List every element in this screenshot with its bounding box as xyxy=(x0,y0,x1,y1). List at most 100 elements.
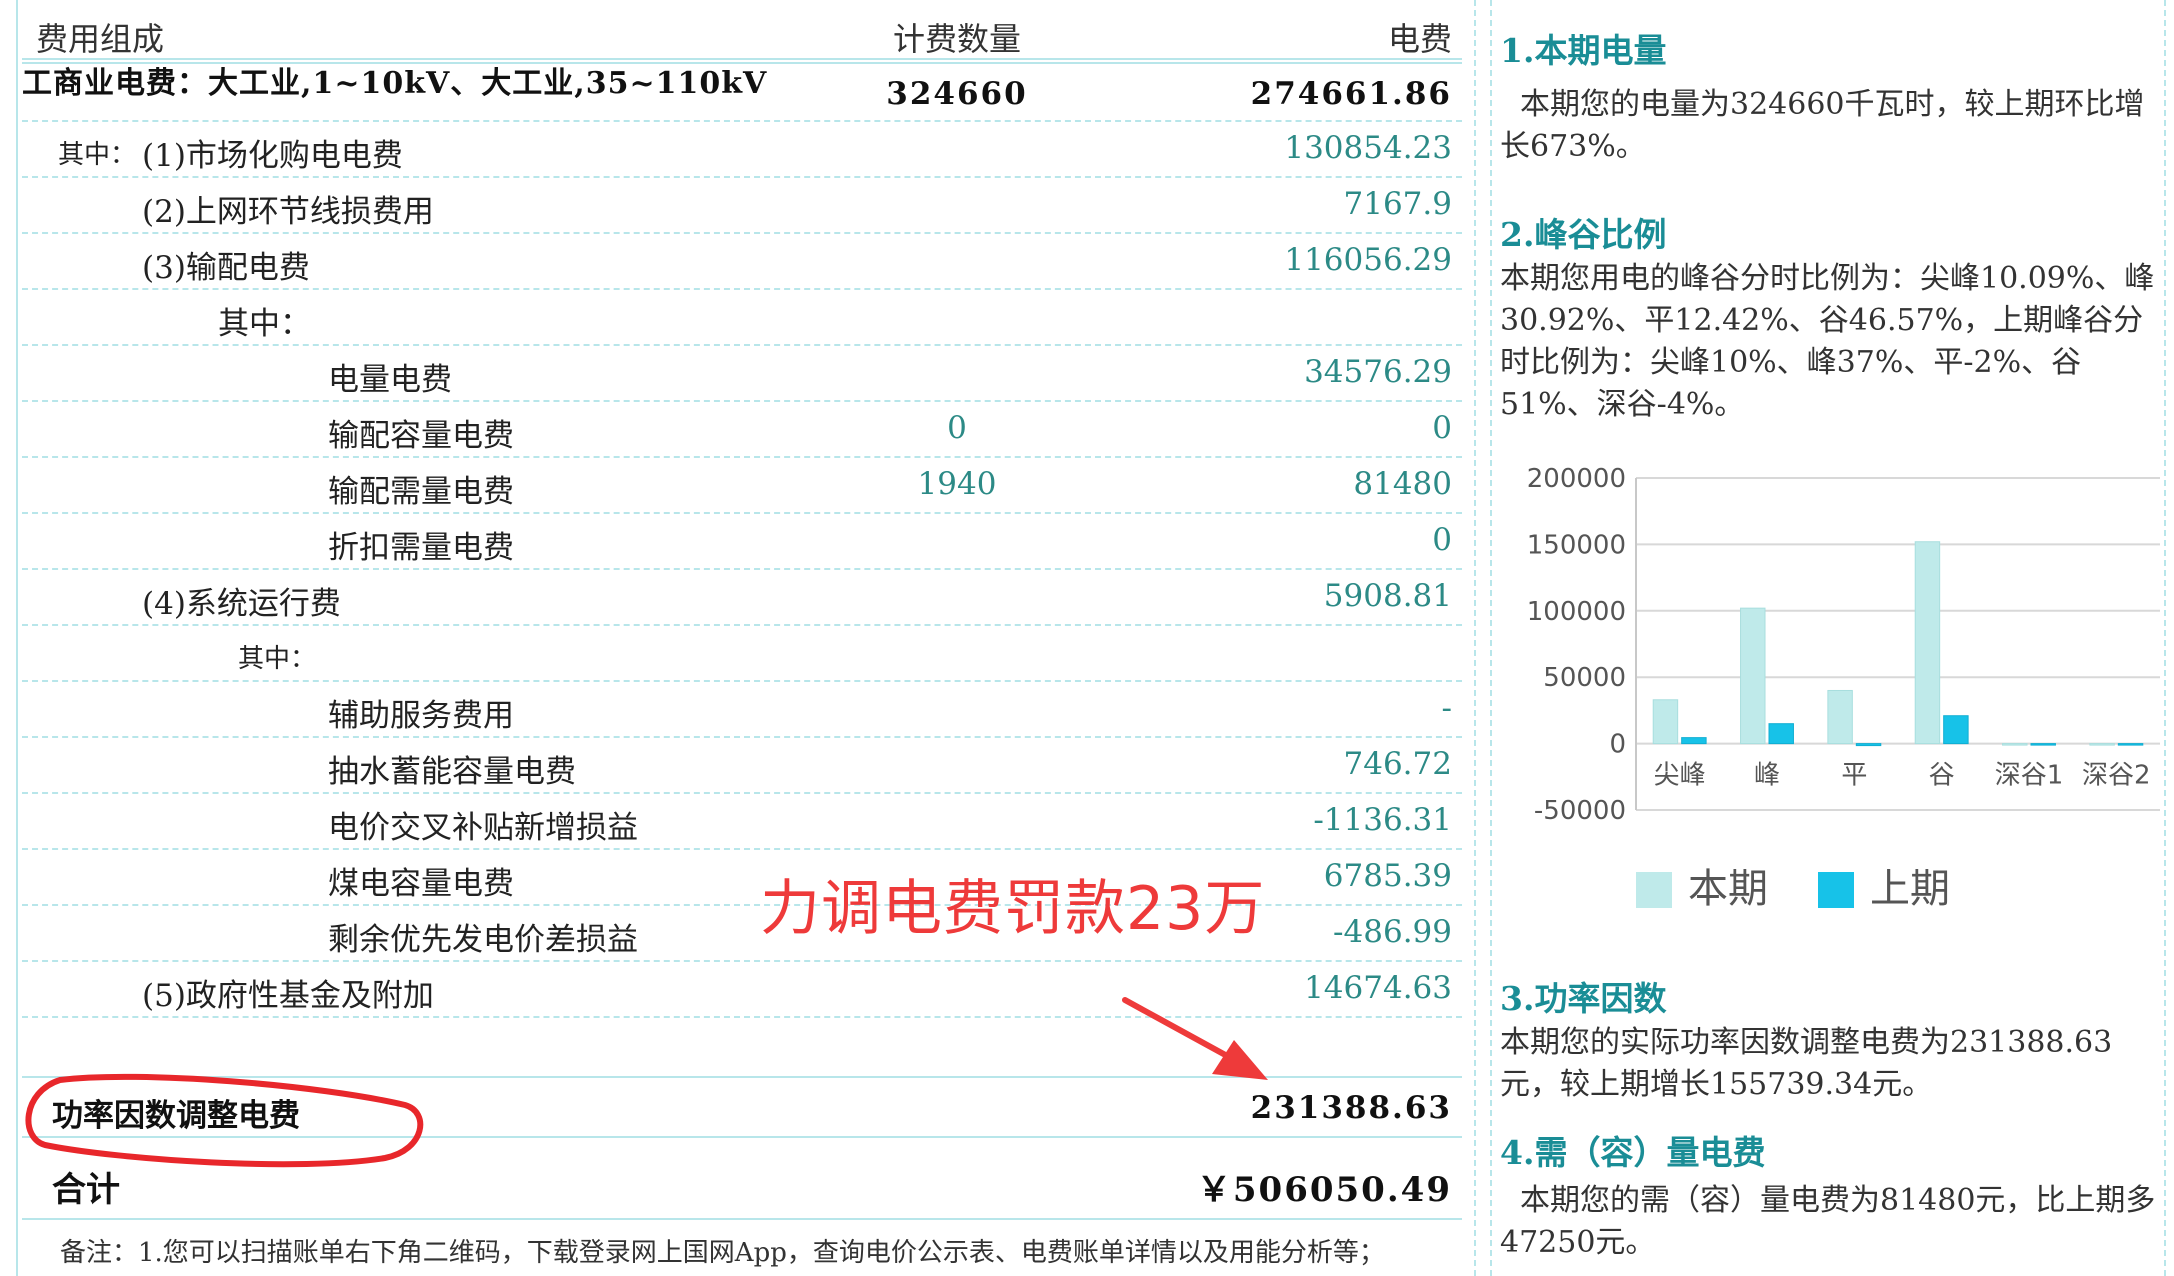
bar-previous xyxy=(2030,743,2056,746)
section-title-power-factor: 3.功率因数 xyxy=(1500,979,1667,1018)
section-title-peak-valley: 2.峰谷比例 xyxy=(1500,215,1667,254)
table-row: (5)政府性基金及附加 14674.63 xyxy=(22,962,1462,1018)
y-tick-label: 100000 xyxy=(1527,597,1626,627)
table-row: 辅助服务费用 - xyxy=(22,682,1462,738)
row-amount: -1136.31 xyxy=(1313,802,1452,838)
header-qty: 计费数量 xyxy=(892,20,1021,58)
section-title-energy: 1.本期电量 xyxy=(1500,31,1667,70)
row-label: (5)政府性基金及附加 xyxy=(142,978,434,1014)
row-amount: 746.72 xyxy=(1343,746,1452,782)
table-row: 电量电费 34576.29 xyxy=(22,346,1462,402)
row-amount: 130854.23 xyxy=(1284,130,1452,166)
table-row-main: 工商业电费：大工业,1~10kV、大工业,35~110kV 324660 274… xyxy=(22,62,1462,122)
x-tick-label: 谷 xyxy=(1929,761,1955,791)
table-left-border xyxy=(16,0,18,1276)
bill-table: 费用组成 计费数量 电费 工商业电费：大工业,1~10kV、大工业,35~110… xyxy=(0,0,1474,1276)
row-label: (2)上网环节线损费用 xyxy=(142,194,434,230)
legend-label: 上期 xyxy=(1870,866,1950,912)
power-factor-label: 功率因数调整电费 xyxy=(52,1098,300,1134)
header-item: 费用组成 xyxy=(36,20,165,58)
row-amount: 7167.9 xyxy=(1343,186,1452,222)
row-label: 工商业电费：大工业,1~10kV、大工业,35~110kV xyxy=(22,66,768,101)
row-amount: 81480 xyxy=(1353,466,1452,502)
x-tick-label: 平 xyxy=(1841,761,1867,791)
row-label: 煤电容量电费 xyxy=(328,866,514,902)
row-label: 抽水蓄能容量电费 xyxy=(328,754,576,790)
summary-panel: 1.本期电量 本期您的电量为324660千瓦时，较上期环比增长673%。 2.峰… xyxy=(1488,0,2174,1276)
row-label: (3)输配电费 xyxy=(142,250,310,286)
y-tick-label: 150000 xyxy=(1527,530,1626,560)
legend-swatch xyxy=(1818,872,1854,908)
row-amount: 14674.63 xyxy=(1304,970,1452,1006)
row-amount: 34576.29 xyxy=(1304,354,1452,390)
bar-previous xyxy=(2117,743,2144,746)
peak-valley-chart: 200000 150000 100000 50000 0 -50000 尖峰 峰 平 谷 深谷1 深谷… xyxy=(1527,464,2160,912)
row-prefix: 其中： xyxy=(58,140,137,170)
power-factor-amount: 231388.63 xyxy=(1250,1090,1452,1126)
section-body-power-factor: 本期您的实际功率因数调整电费为231388.63元，较上期增长155739.34… xyxy=(1500,1025,2113,1102)
row-label: 其中： xyxy=(238,644,317,674)
row-amount: 6785.39 xyxy=(1323,858,1452,894)
table-row: (3)输配电费 116056.29 xyxy=(22,234,1462,290)
table-row: 其中： xyxy=(22,290,1462,346)
y-tick-label: 0 xyxy=(1609,730,1626,760)
table-row: 电价交叉补贴新增损益 -1136.31 xyxy=(22,794,1462,850)
y-tick-label: -50000 xyxy=(1534,796,1626,826)
section-body-energy: 本期您的电量为324660千瓦时，较上期环比增长673%。 xyxy=(1500,87,2145,164)
x-tick-label: 深谷1 xyxy=(1995,761,2064,791)
row-amount: - xyxy=(1441,690,1452,726)
bar-previous xyxy=(1943,715,1969,745)
section-title-demand: 4.需（容）量电费 xyxy=(1500,1133,1766,1172)
row-amount: 0 xyxy=(1432,522,1452,558)
row-label: 辅助服务费用 xyxy=(328,698,514,734)
row-label: 折扣需量电费 xyxy=(328,530,514,566)
annotation-text: 力调电费罚款23万 xyxy=(760,874,1266,944)
y-tick-label: 200000 xyxy=(1527,464,1626,494)
row-label: 其中： xyxy=(218,306,311,342)
header-amount: 电费 xyxy=(1387,20,1452,58)
power-factor-row: 功率因数调整电费 231388.63 xyxy=(22,1076,1462,1138)
bar-current xyxy=(2002,743,2028,746)
row-amount: -486.99 xyxy=(1333,914,1452,950)
total-row: 合计 ￥506050.49 xyxy=(22,1148,1462,1220)
table-row: 输配需量电费 1940 81480 xyxy=(22,458,1462,514)
row-label: 输配需量电费 xyxy=(328,474,514,510)
legend-swatch xyxy=(1636,872,1672,908)
row-amount: 116056.29 xyxy=(1284,242,1452,278)
bar-current xyxy=(1740,607,1766,745)
table-row: (2)上网环节线损费用 7167.9 xyxy=(22,178,1462,234)
x-tick-label: 尖峰 xyxy=(1654,761,1706,791)
row-qty: 324660 xyxy=(886,76,1028,112)
row-label: 电价交叉补贴新增损益 xyxy=(328,810,638,846)
section-body-peak-valley: 本期您用电的峰谷分时比例为：尖峰10.09%、峰30.92%、平12.42%、谷… xyxy=(1500,261,2155,422)
row-label: (1)市场化购电电费 xyxy=(142,138,403,174)
bar-previous xyxy=(1768,723,1794,745)
row-label: (4)系统运行费 xyxy=(142,586,341,622)
footnote: 备注：1.您可以扫描账单右下角二维码，下载登录网上国网App，查询电价公示表、电… xyxy=(60,1238,1385,1268)
x-tick-label: 深谷2 xyxy=(2082,761,2151,791)
row-label: 输配容量电费 xyxy=(328,418,514,454)
total-label: 合计 xyxy=(52,1170,120,1210)
row-amount: 274661.86 xyxy=(1250,76,1452,112)
row-qty: 0 xyxy=(947,410,967,446)
bar-previous xyxy=(1681,737,1707,745)
row-label: 剩余优先发电价差损益 xyxy=(328,922,638,958)
bar-current xyxy=(2089,743,2115,746)
table-row: 其中： (1)市场化购电电费 130854.23 xyxy=(22,122,1462,178)
total-amount: ￥506050.49 xyxy=(1196,1170,1452,1210)
row-amount: 0 xyxy=(1432,410,1452,446)
row-label: 电量电费 xyxy=(328,362,452,398)
x-tick-label: 峰 xyxy=(1754,761,1780,791)
table-row: 折扣需量电费 0 xyxy=(22,514,1462,570)
bar-current xyxy=(1652,699,1679,745)
section-body-demand: 本期您的需（容）量电费为81480元，比上期多47250元。 xyxy=(1500,1183,2156,1260)
y-tick-label: 50000 xyxy=(1543,663,1626,693)
bar-previous xyxy=(1855,743,1882,747)
legend-label: 本期 xyxy=(1688,866,1768,912)
table-row: 其中： xyxy=(22,626,1462,682)
table-row: 输配容量电费 0 0 xyxy=(22,402,1462,458)
table-row: (4)系统运行费 5908.81 xyxy=(22,570,1462,626)
bar-current xyxy=(1914,541,1941,745)
table-row: 抽水蓄能容量电费 746.72 xyxy=(22,738,1462,794)
table-header: 费用组成 计费数量 电费 xyxy=(22,2,1462,60)
